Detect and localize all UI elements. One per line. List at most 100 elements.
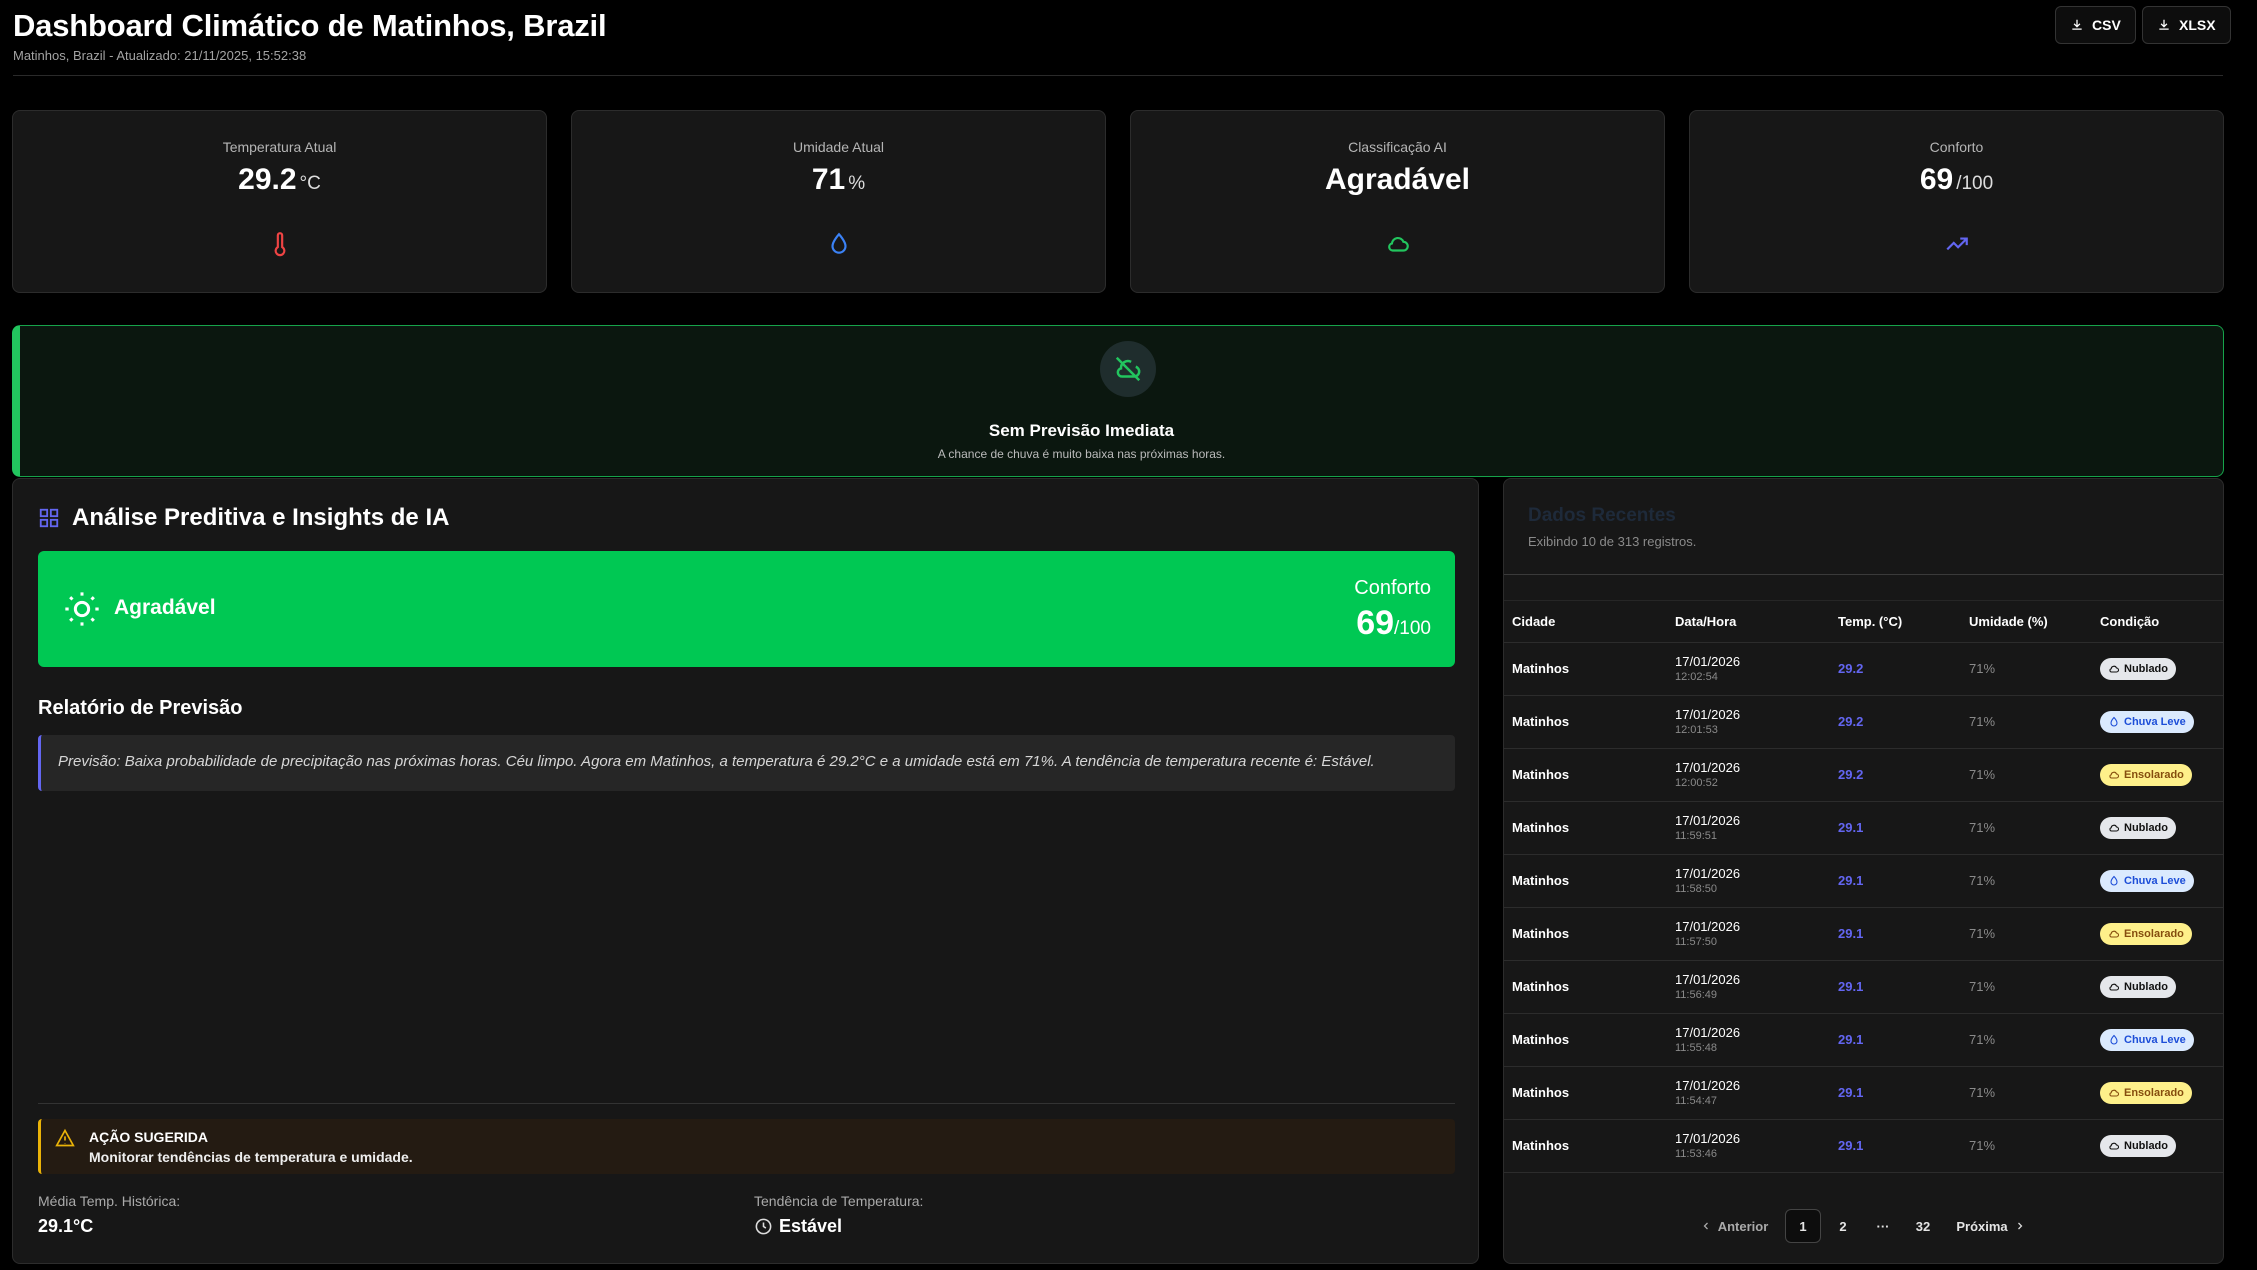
avg-temp-number: 29.1°C [38,1216,94,1236]
divider [1504,600,2223,601]
table-row: Matinhos 17/01/2026 11:55:48 29.1 71% Chuva L… [1504,1013,2223,1067]
pagination-page-last[interactable]: 32 [1905,1209,1941,1243]
cell-humidity: 71% [1961,695,2092,749]
cell-city: Matinhos [1504,960,1667,1014]
pagination-previous[interactable]: Anterior [1694,1209,1774,1243]
cell-time: 11:56:49 [1675,989,1718,1001]
cell-time: 12:01:53 [1675,724,1718,736]
cloud-sun-icon [2109,771,2120,779]
condition-badge: Nublado [2100,975,2176,998]
export-csv-button[interactable]: CSV [2055,6,2136,44]
cell-datetime: 17/01/2026 12:02:54 [1667,642,1830,696]
table-row: Matinhos 17/01/2026 11:56:49 29.1 71% Nublado [1504,960,2223,1014]
droplet-icon [2110,1034,2118,1044]
cell-temp: 29.1 [1830,1013,1961,1067]
comfort-score: Conforto 69/100 [1354,577,1431,643]
card-unit: °C [299,173,321,194]
divider [38,1103,1455,1104]
cell-condition: Chuva Leve [2092,1013,2223,1067]
warning-icon [55,1128,75,1147]
cell-humidity: 71% [1961,907,2092,961]
cell-humidity: 71% [1961,1066,2092,1120]
col-datetime: Data/Hora [1667,602,1830,643]
condition-badge: Nublado [2100,1134,2176,1157]
col-temp: Temp. (°C) [1830,602,1961,643]
cloud-sun-icon [2109,930,2120,938]
cell-datetime: 17/01/2026 11:57:50 [1667,907,1830,961]
card-label: Umidade Atual [792,139,885,155]
cell-city: Matinhos [1504,748,1667,802]
pagination-previous-label: Anterior [1717,1218,1769,1234]
cell-time: 11:54:47 [1675,1095,1718,1107]
divider [1504,574,2223,575]
comfort-value: 69 [1356,604,1395,642]
cell-temp: 29.1 [1830,854,1961,908]
cell-humidity: 71% [1961,642,2092,696]
table-header-row: Cidade Data/Hora Temp. (°C) Umidade (%) … [1504,602,2223,643]
pagination-next-label: Próxima [1956,1218,2008,1234]
comfort-label: Conforto [1354,577,1431,599]
report-title: Relatório de Previsão [38,697,243,719]
condition-badge: Ensolarado [2100,922,2192,945]
condition-label: Ensolarado [2124,768,2184,781]
table-row: Matinhos 17/01/2026 11:54:47 29.1 71% Ensolar… [1504,1066,2223,1120]
card-value: Agradável [1131,163,1664,197]
export-xlsx-button[interactable]: XLSX [2142,6,2231,44]
temp-trend-label: Tendência de Temperatura: [754,1193,924,1209]
cell-city: Matinhos [1504,1013,1667,1067]
pagination-next[interactable]: Próxima [1951,1209,2031,1243]
cell-time: 12:00:52 [1675,777,1718,789]
cloud-off-icon [1115,356,1141,382]
condition-badge: Nublado [2100,657,2176,680]
card-unit: /100 [1956,173,1994,194]
card-comfort: Conforto 69/100 [1689,110,2224,293]
cell-date: 17/01/2026 [1675,813,1741,828]
cell-city: Matinhos [1504,1119,1667,1173]
condition-label: Ensolarado [2124,1086,2184,1099]
cell-condition: Nublado [2092,1119,2223,1173]
cell-condition: Ensolarado [2092,748,2223,802]
records-title: Dados Recentes [1528,505,1676,526]
table-row: Matinhos 17/01/2026 12:00:52 29.2 71% Ensolar… [1504,748,2223,802]
cell-temp: 29.1 [1830,801,1961,855]
cell-condition: Ensolarado [2092,1066,2223,1120]
pagination-page-2[interactable]: 2 [1825,1209,1861,1243]
cell-city: Matinhos [1504,695,1667,749]
sun-icon [65,592,99,626]
cloud-icon [2109,665,2120,673]
cell-time: 11:53:46 [1675,1148,1718,1160]
cloud-icon [2109,983,2120,991]
card-ai-classification: Classificação AI Agradável [1130,110,1665,293]
condition-badge: Chuva Leve [2100,869,2194,892]
table-row: Matinhos 17/01/2026 11:59:51 29.1 71% Nublado [1504,801,2223,855]
col-condition: Condição [2092,602,2223,643]
condition-label: Nublado [2124,821,2168,834]
cell-datetime: 17/01/2026 11:59:51 [1667,801,1830,855]
condition-label: Ensolarado [2124,927,2184,940]
export-csv-label: CSV [2092,17,2121,33]
grid-icon [39,508,59,528]
cell-datetime: 17/01/2026 11:56:49 [1667,960,1830,1014]
suggested-action: AÇÃO SUGERIDA Monitorar tendências de te… [38,1119,1455,1174]
cell-temp: 29.1 [1830,1119,1961,1173]
clock-icon [755,1218,772,1235]
report-text: Previsão: Baixa probabilidade de precipi… [38,735,1455,791]
cell-date: 17/01/2026 [1675,1025,1741,1040]
banner-icon-wrap [1100,341,1156,397]
pagination-page-1[interactable]: 1 [1785,1209,1821,1243]
table-row: Matinhos 17/01/2026 11:58:50 29.1 71% Chuva L… [1504,854,2223,908]
cell-humidity: 71% [1961,960,2092,1014]
card-value: 29.2 °C [13,163,546,197]
page-title: Dashboard Climático de Matinhos, Brazil [13,8,607,43]
cell-temp: 29.1 [1830,1066,1961,1120]
condition-badge: Ensolarado [2100,763,2192,786]
chevron-right-icon [2017,1222,2023,1230]
cell-humidity: 71% [1961,1013,2092,1067]
cell-time: 12:02:54 [1675,671,1718,683]
thermometer-icon [274,232,285,257]
comfort-number: 69/100 [1354,604,1431,643]
card-unit: % [848,173,866,194]
cell-date: 17/01/2026 [1675,866,1741,881]
action-title: AÇÃO SUGERIDA [89,1129,209,1145]
analysis-header: Análise Preditiva e Insights de IA [38,504,449,532]
